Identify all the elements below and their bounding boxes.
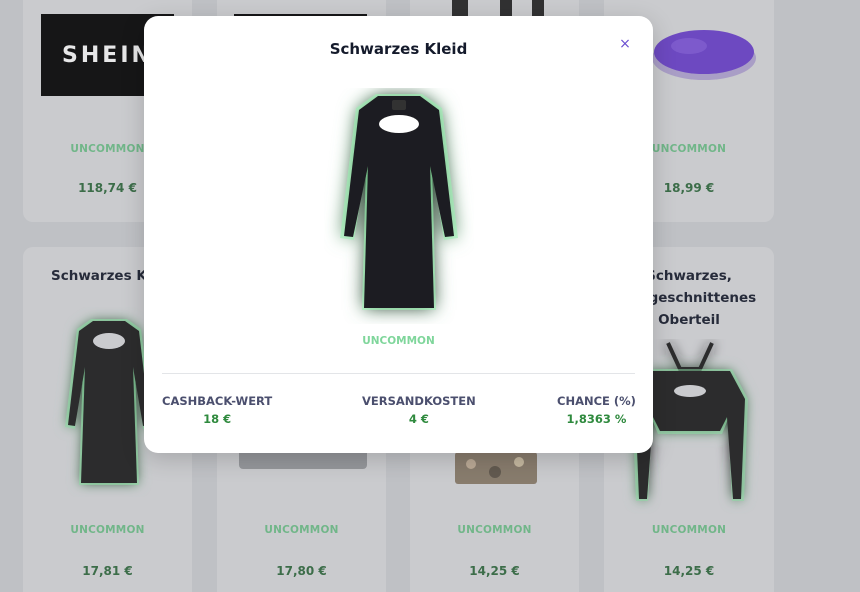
stat-value: 4 € <box>408 412 429 426</box>
stat-value: 18 € <box>203 412 232 426</box>
stat-chance: CHANCE (%) 1,8363 % <box>557 394 636 426</box>
stat-cashback: CASHBACK-WERT 18 € <box>162 394 272 426</box>
stat-label: CHANCE (%) <box>557 394 636 408</box>
product-detail-modal: Schwarzes Kleid × UNCOMMON CASHBACK-WERT… <box>144 16 653 453</box>
stat-label: CASHBACK-WERT <box>162 394 273 408</box>
dress-image <box>340 94 458 310</box>
close-icon[interactable]: × <box>617 36 633 52</box>
stat-label: VERSANDKOSTEN <box>362 394 476 408</box>
divider <box>162 373 635 374</box>
stat-value: 1,8363 % <box>566 412 627 426</box>
modal-title: Schwarzes Kleid <box>329 40 468 58</box>
modal-rarity: UNCOMMON <box>362 335 435 347</box>
stat-shipping: VERSANDKOSTEN 4 € <box>362 394 476 426</box>
